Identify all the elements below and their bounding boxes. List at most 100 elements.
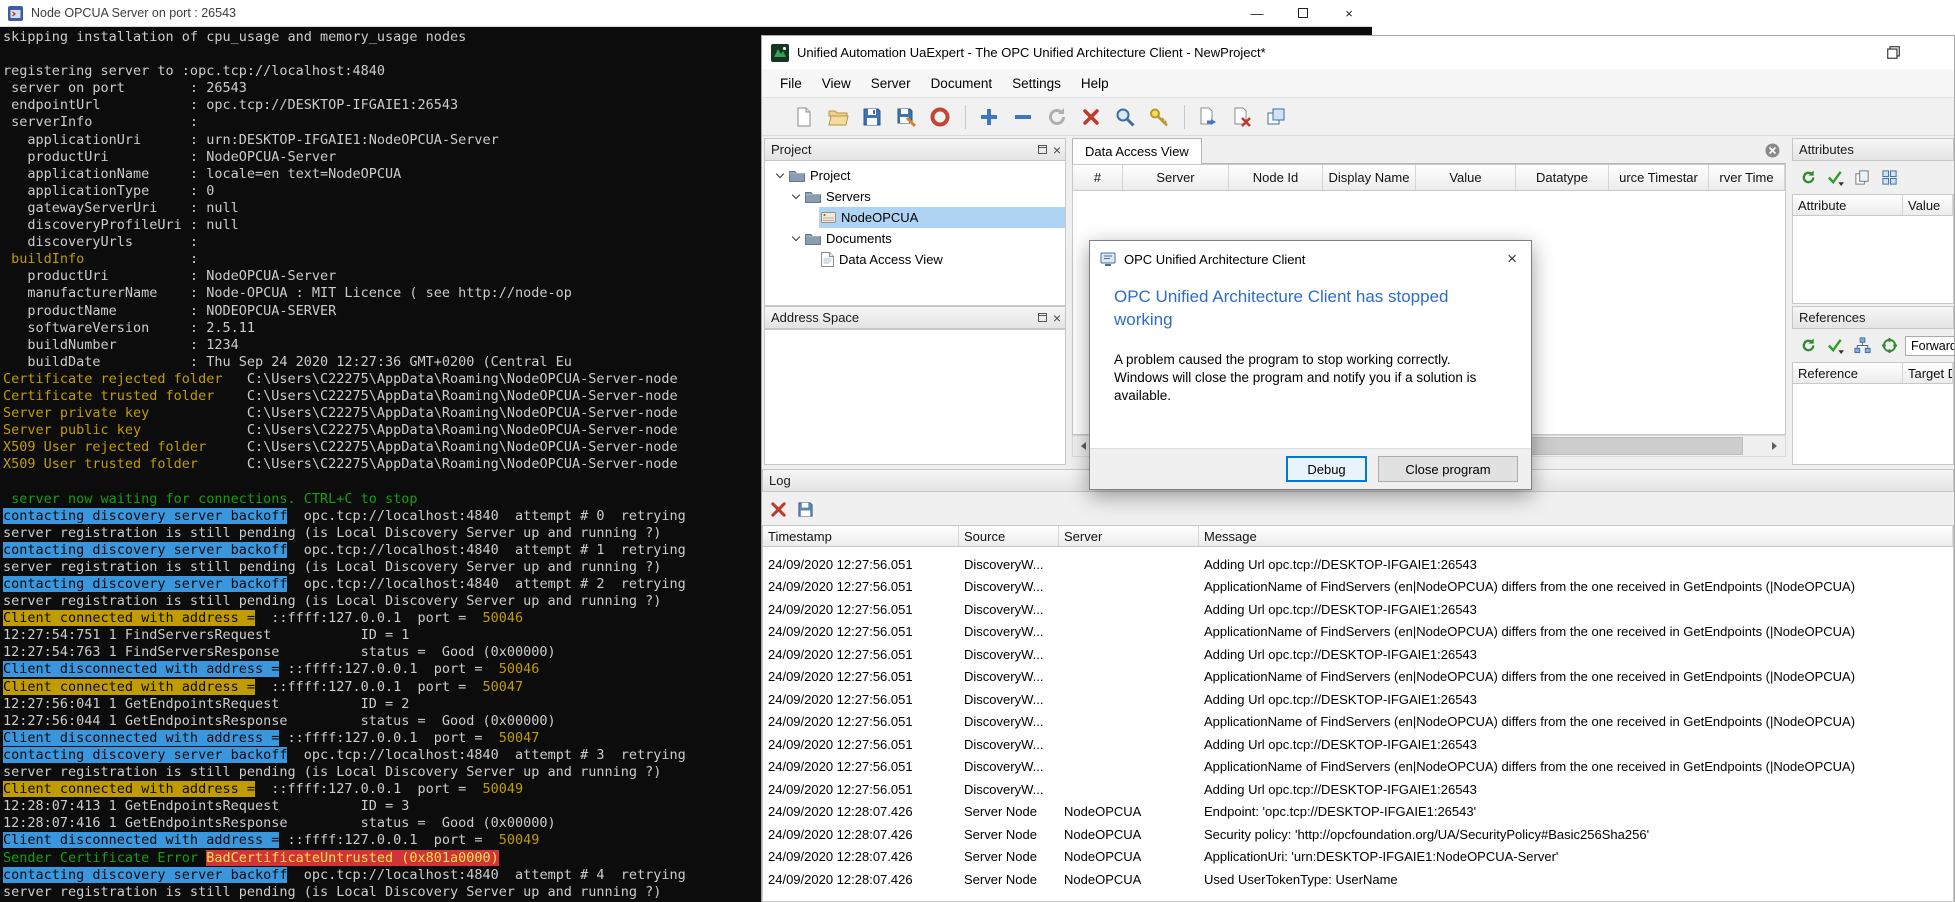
log-row[interactable]: 24/09/2020 12:27:56.051 DiscoveryW... Addi… [763, 553, 1953, 576]
expander-icon[interactable] [789, 190, 803, 200]
log-row[interactable]: 24/09/2020 12:27:56.051 DiscoveryW... Addi… [763, 643, 1953, 666]
attributes-column-attribute[interactable]: Attribute [1793, 195, 1903, 215]
log-row[interactable]: 24/09/2020 12:28:07.426 Server Node NodeOP… [763, 868, 1953, 891]
log-cell-message: ApplicationName of FindServers (en|NodeO… [1204, 714, 1856, 730]
toolbar-button-save-document-edit[interactable] [890, 101, 921, 132]
refresh-button[interactable] [1797, 167, 1819, 189]
menu-item-document[interactable]: Document [921, 69, 1003, 98]
references-content[interactable] [1792, 384, 1954, 465]
toolbar-button-add-server[interactable] [973, 101, 1004, 132]
toolbar-button-add-document[interactable] [1192, 101, 1223, 132]
toolbar-button-ua-logo[interactable] [924, 101, 955, 132]
auto-update-button[interactable] [1824, 335, 1846, 357]
direction-select[interactable]: Forward [1905, 335, 1954, 356]
attributes-content[interactable] [1792, 216, 1954, 304]
hierarchy-button[interactable] [1851, 335, 1873, 357]
log-row[interactable]: 24/09/2020 12:27:56.051 DiscoveryW... Addi… [763, 733, 1953, 756]
terminal-text-segment: server on port : 26543 [3, 80, 247, 97]
terminal-text-segment: opc.tcp://localhost:4840 attempt # 3 ret… [287, 746, 686, 763]
attributes-column-value[interactable]: Value [1903, 195, 1953, 215]
close-panel-icon[interactable]: × [1053, 143, 1061, 157]
ua-logo-icon [929, 106, 951, 128]
log-row[interactable]: 24/09/2020 12:27:56.051 DiscoveryW... Addi… [763, 778, 1953, 801]
folder-icon [789, 169, 805, 182]
log-row[interactable]: 24/09/2020 12:27:56.051 DiscoveryW... Appl… [763, 756, 1953, 779]
tab-close-icon[interactable] [1765, 143, 1780, 158]
dialog-close-button[interactable]: × [1503, 249, 1521, 269]
float-panel-icon[interactable] [1037, 313, 1047, 322]
toolbar-button-cascade-windows[interactable] [1260, 101, 1291, 132]
close-panel-icon[interactable]: × [1053, 311, 1061, 325]
auto-update-button[interactable] [1824, 167, 1846, 189]
log-column-timestamp[interactable]: Timestamp [763, 526, 959, 546]
log-column-source[interactable]: Source [959, 526, 1059, 546]
debug-button[interactable]: Debug [1286, 456, 1367, 482]
dav-column-datatype[interactable]: Datatype [1516, 165, 1609, 190]
log-row[interactable]: 24/09/2020 12:27:56.051 DiscoveryW... Addi… [763, 688, 1953, 711]
toolbar-button-remove-document[interactable] [1226, 101, 1257, 132]
expand-button[interactable] [1878, 167, 1900, 189]
target-button[interactable] [1878, 335, 1900, 357]
toolbar-button-disconnect-server[interactable] [1075, 101, 1106, 132]
log-row[interactable]: 24/09/2020 12:27:56.051 DiscoveryW... Addi… [763, 598, 1953, 621]
dav-column-num[interactable]: # [1073, 165, 1123, 190]
toolbar-button-save-project[interactable] [856, 101, 887, 132]
log-cell-server: NodeOPCUA [1064, 871, 1142, 887]
log-cell-message: ApplicationName of FindServers (en|NodeO… [1204, 759, 1856, 775]
references-column-reference[interactable]: Reference [1793, 363, 1903, 383]
minimize-button[interactable]: — [1234, 0, 1280, 26]
menu-item-settings[interactable]: Settings [1002, 69, 1071, 98]
save-project-icon [861, 106, 883, 128]
scroll-right-arrow[interactable] [1764, 436, 1785, 456]
terminal-titlebar[interactable]: Node OPCUA Server on port : 26543 — × [0, 0, 1372, 27]
dav-column-node-id[interactable]: Node Id [1229, 165, 1323, 190]
log-column-message[interactable]: Message [1199, 526, 1953, 546]
toolbar-button-connect-server[interactable] [1041, 101, 1072, 132]
toolbar-button-find-server[interactable] [1109, 101, 1140, 132]
float-panel-icon[interactable] [1037, 145, 1047, 154]
cascade-windows-icon [1265, 106, 1287, 128]
log-row[interactable]: 24/09/2020 12:27:56.051 DiscoveryW... Appl… [763, 711, 1953, 734]
dav-column-display-name[interactable]: Display Name [1323, 165, 1416, 190]
menu-item-help[interactable]: Help [1071, 69, 1119, 98]
address-space-content[interactable] [764, 329, 1066, 465]
disconnect-server-icon [1080, 106, 1102, 128]
tree-item-data-access-view[interactable]: Data Access View [765, 249, 1065, 270]
log-row[interactable]: 24/09/2020 12:27:56.051 DiscoveryW... Appl… [763, 666, 1953, 689]
maximize-button[interactable] [1280, 0, 1326, 26]
menu-item-view[interactable]: View [812, 69, 861, 98]
dav-column-value[interactable]: Value [1416, 165, 1516, 190]
references-column-target-d[interactable]: Target D [1903, 363, 1953, 383]
tab-data-access-view[interactable]: Data Access View [1072, 138, 1202, 164]
log-row[interactable]: 24/09/2020 12:28:07.426 Server Node NodeOP… [763, 801, 1953, 824]
log-row[interactable]: 24/09/2020 12:27:56.051 DiscoveryW... Appl… [763, 576, 1953, 599]
toolbar-button-manage-certificates[interactable] [1143, 101, 1174, 132]
expander-icon[interactable] [789, 232, 803, 242]
log-row[interactable]: 24/09/2020 12:28:07.426 Server Node NodeOP… [763, 846, 1953, 869]
tree-item-nodeopcua[interactable]: NodeOPCUA [765, 207, 1065, 228]
tree-item-servers[interactable]: Servers [765, 186, 1065, 207]
clear-log-button[interactable] [767, 498, 789, 520]
menu-item-file[interactable]: File [770, 69, 812, 98]
close-button[interactable]: × [1326, 0, 1372, 26]
toolbar-button-open-project[interactable] [822, 101, 853, 132]
save-log-button[interactable] [794, 498, 816, 520]
copy-button[interactable] [1851, 167, 1873, 189]
log-row[interactable]: 24/09/2020 12:27:56.051 DiscoveryW... Appl… [763, 621, 1953, 644]
toolbar-button-new-document[interactable] [788, 101, 819, 132]
close-program-button[interactable]: Close program [1378, 456, 1518, 482]
uaexpert-titlebar[interactable]: Unified Automation UaExpert - The OPC Un… [762, 36, 1954, 69]
dav-column-rver-time[interactable]: rver Time [1709, 165, 1785, 190]
restore-button[interactable] [1886, 45, 1901, 60]
dav-column-server[interactable]: Server [1123, 165, 1229, 190]
log-row[interactable]: 24/09/2020 12:28:07.426 Server Node NodeOP… [763, 823, 1953, 846]
toolbar-button-remove-server[interactable] [1007, 101, 1038, 132]
menu-item-server[interactable]: Server [861, 69, 921, 98]
dav-column-urce-timestar[interactable]: urce Timestar [1609, 165, 1709, 190]
tree-item-project[interactable]: Project [765, 165, 1065, 186]
log-column-server[interactable]: Server [1059, 526, 1199, 546]
expander-icon[interactable] [773, 169, 787, 179]
dialog-titlebar[interactable]: OPC Unified Architecture Client × [1090, 241, 1531, 277]
tree-item-documents[interactable]: Documents [765, 228, 1065, 249]
refresh-button[interactable] [1797, 335, 1819, 357]
